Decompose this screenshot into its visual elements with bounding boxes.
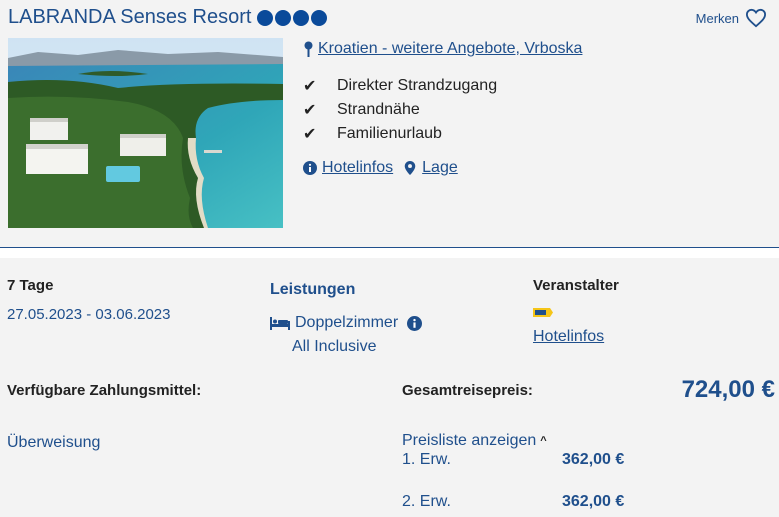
price-row-value: 362,00 € [562,451,625,468]
hotel-rating [257,9,328,26]
checkmark-icon: ✔ [303,78,317,95]
fti-logo-icon [533,308,553,317]
hotel-info-links: Hotelinfos Lage [303,159,458,177]
offer-details-section: 7 Tage 27.05.2023 - 03.06.2023 Leistunge… [0,258,779,517]
room-type: Doppelzimmer [270,314,423,332]
feature-label: Familienurlaub [337,125,442,142]
feature-label: Direkter Strandzugang [337,77,498,94]
location-text[interactable]: Kroatien - weitere Angebote, Vrboska [318,40,582,58]
info-icon[interactable] [407,315,423,331]
rating-dot-icon [311,9,328,26]
price-row-value: 362,00 € [562,493,625,510]
map-pin-icon [304,41,313,57]
rating-dot-icon [257,9,274,26]
section-divider [0,248,779,258]
price-row-label: 2. Erw. [402,493,451,510]
feature-list: ✔ Direkter Strandzugang ✔ Strandnähe ✔ F… [303,74,497,146]
checkmark-icon: ✔ [303,102,317,119]
hotel-photo[interactable] [8,38,283,228]
hotel-header-section: LABRANDA Senses Resort Merken Kroatien -… [0,0,779,248]
leistungen-heading: Leistungen [270,281,356,298]
travel-dates: 27.05.2023 - 03.06.2023 [7,306,171,323]
location-link[interactable]: Kroatien - weitere Angebote, Vrboska [303,40,582,58]
total-price: 724,00 € [681,376,775,403]
heart-icon[interactable] [745,8,767,28]
zahlungsmittel-heading: Verfügbare Zahlungsmittel: [7,382,202,399]
zahlungsmittel-value: Überweisung [7,434,101,451]
preisliste-toggle[interactable]: Preisliste anzeigen ^ [402,432,547,450]
feature-item: ✔ Direkter Strandzugang [303,74,497,98]
hotelinfos-link[interactable]: Hotelinfos [303,159,393,177]
lage-link[interactable]: Lage [403,159,458,177]
chevron-up-icon[interactable]: ^ [540,435,546,447]
price-row-label: 1. Erw. [402,451,451,468]
gesamtpreis-label: Gesamtreisepreis: [402,382,533,399]
hotel-title[interactable]: LABRANDA Senses Resort [8,6,328,29]
hotel-name[interactable]: LABRANDA Senses Resort [8,6,251,29]
rating-dot-icon [293,9,310,26]
veranstalter-hotelinfos-link[interactable]: Hotelinfos [533,328,604,346]
veranstalter-heading: Veranstalter [533,277,619,294]
lage-label[interactable]: Lage [422,159,458,177]
preisliste-label[interactable]: Preisliste anzeigen [402,432,536,450]
info-icon [303,161,317,175]
rating-dot-icon [275,9,292,26]
merken-label[interactable]: Merken [696,11,739,26]
feature-label: Strandnähe [337,101,420,118]
bed-icon [270,317,290,330]
checkmark-icon: ✔ [303,126,317,143]
duration: 7 Tage [7,277,54,294]
board-type: All Inclusive [292,338,377,355]
hotelinfos-label[interactable]: Hotelinfos [322,159,393,177]
merken-button[interactable]: Merken [696,8,767,28]
feature-item: ✔ Strandnähe [303,98,497,122]
room-label: Doppelzimmer [295,314,399,331]
map-marker-icon [404,161,416,175]
feature-item: ✔ Familienurlaub [303,122,497,146]
